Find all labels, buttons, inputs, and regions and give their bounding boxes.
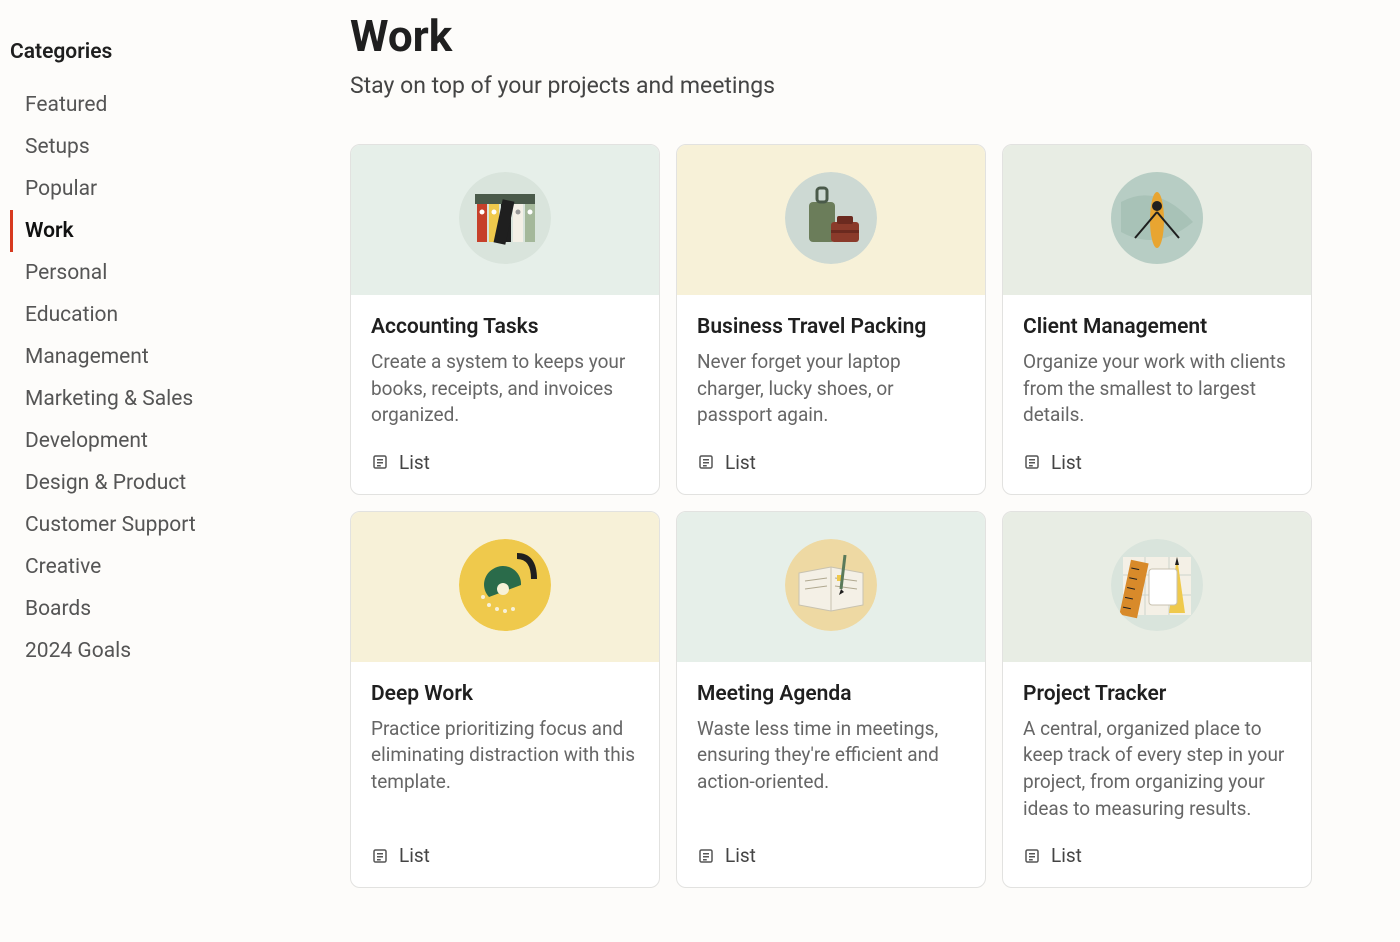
card-type-label: List [725,844,756,867]
card-footer: List [677,832,985,887]
list-icon [371,847,389,865]
card-title: Business Travel Packing [697,315,965,339]
sidebar-item-management[interactable]: Management [10,336,320,378]
card-body: Accounting Tasks Create a system to keeps… [351,295,659,439]
sidebar-item-label: Work [25,219,74,243]
sidebar-item-label: 2024 Goals [25,639,131,663]
sidebar-item-featured[interactable]: Featured [10,84,320,126]
template-card-meeting-agenda[interactable]: Meeting Agenda Waste less time in meeting… [676,511,986,888]
card-hero [1003,145,1311,295]
template-card-accounting-tasks[interactable]: Accounting Tasks Create a system to keeps… [350,144,660,495]
sidebar-item-creative[interactable]: Creative [10,546,320,588]
sidebar-item-setups[interactable]: Setups [10,126,320,168]
sidebar-item-popular[interactable]: Popular [10,168,320,210]
sidebar-item-2024-goals[interactable]: 2024 Goals [10,630,320,672]
sidebar-item-development[interactable]: Development [10,420,320,462]
sidebar-item-education[interactable]: Education [10,294,320,336]
card-description: Never forget your laptop charger, lucky … [697,349,965,429]
sidebar-item-label: Boards [25,597,91,621]
list-icon [1023,847,1041,865]
binders-icon [459,172,551,268]
card-title: Deep Work [371,682,639,706]
template-card-deep-work[interactable]: Deep Work Practice prioritizing focus and… [350,511,660,888]
page-title: Work [350,10,1360,62]
card-description: Waste less time in meetings, ensuring th… [697,716,965,796]
card-hero [677,145,985,295]
card-title: Client Management [1023,315,1291,339]
card-description: Organize your work with clients from the… [1023,349,1291,429]
card-body: Deep Work Practice prioritizing focus and… [351,662,659,832]
rower-icon [1111,172,1203,268]
sidebar-item-label: Development [25,429,148,453]
sidebar-item-label: Customer Support [25,513,196,537]
sidebar-item-label: Management [25,345,149,369]
template-card-business-travel-packing[interactable]: Business Travel Packing Never forget your… [676,144,986,495]
card-type-label: List [399,844,430,867]
sidebar-item-label: Featured [25,93,107,117]
sidebar-item-design-product[interactable]: Design & Product [10,462,320,504]
sidebar-item-label: Personal [25,261,107,285]
card-footer: List [351,832,659,887]
sidebar-item-label: Marketing & Sales [25,387,193,411]
card-body: Client Management Organize your work with… [1003,295,1311,439]
sidebar-item-customer-support[interactable]: Customer Support [10,504,320,546]
sidebar-item-work[interactable]: Work [10,210,320,252]
main-content: Work Stay on top of your projects and me… [330,0,1400,888]
card-description: Create a system to keeps your books, rec… [371,349,639,429]
list-icon [697,847,715,865]
card-type-label: List [725,451,756,474]
card-description: A central, organized place to keep track… [1023,716,1291,822]
template-card-project-tracker[interactable]: Project Tracker A central, organized plac… [1002,511,1312,888]
sidebar: Categories Featured Setups Popular Work Pers… [0,0,330,888]
card-footer: List [677,439,985,494]
card-hero [351,512,659,662]
card-body: Project Tracker A central, organized plac… [1003,662,1311,832]
sidebar-item-label: Creative [25,555,101,579]
card-type-label: List [399,451,430,474]
card-title: Project Tracker [1023,682,1291,706]
template-card-client-management[interactable]: Client Management Organize your work with… [1002,144,1312,495]
template-grid: Accounting Tasks Create a system to keeps… [350,144,1360,888]
sidebar-item-label: Popular [25,177,97,201]
list-icon [1023,453,1041,471]
card-hero [351,145,659,295]
card-type-label: List [1051,451,1082,474]
lamp-icon [459,539,551,635]
card-body: Business Travel Packing Never forget your… [677,295,985,439]
card-footer: List [1003,439,1311,494]
card-footer: List [1003,832,1311,887]
sidebar-item-label: Design & Product [25,471,186,495]
category-list: Featured Setups Popular Work Personal Educati… [10,84,320,672]
ruler-icon [1111,539,1203,635]
notebook-icon [785,539,877,635]
card-description: Practice prioritizing focus and eliminat… [371,716,639,796]
card-footer: List [351,439,659,494]
luggage-icon [785,172,877,268]
page-subtitle: Stay on top of your projects and meeting… [350,72,1360,99]
card-title: Meeting Agenda [697,682,965,706]
sidebar-item-marketing-sales[interactable]: Marketing & Sales [10,378,320,420]
card-body: Meeting Agenda Waste less time in meeting… [677,662,985,832]
card-title: Accounting Tasks [371,315,639,339]
sidebar-title: Categories [10,40,320,64]
list-icon [371,453,389,471]
card-hero [1003,512,1311,662]
sidebar-item-boards[interactable]: Boards [10,588,320,630]
sidebar-item-label: Education [25,303,118,327]
card-hero [677,512,985,662]
card-type-label: List [1051,844,1082,867]
sidebar-item-label: Setups [25,135,90,159]
sidebar-item-personal[interactable]: Personal [10,252,320,294]
list-icon [697,453,715,471]
